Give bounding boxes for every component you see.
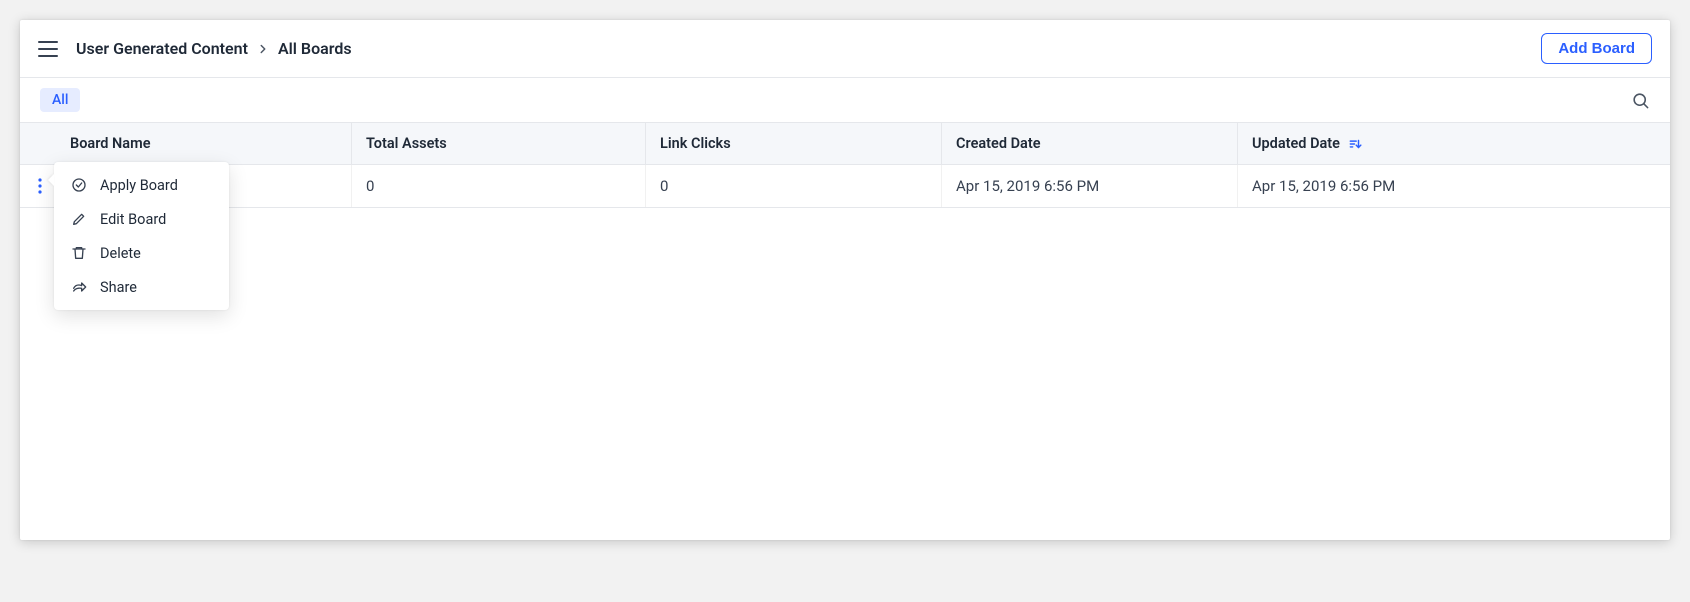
check-circle-icon (70, 176, 88, 194)
breadcrumb-current[interactable]: All Boards (278, 39, 352, 58)
menu-delete-label: Delete (100, 245, 141, 262)
column-header-clicks[interactable]: Link Clicks (646, 123, 942, 164)
filter-bar: All (20, 78, 1670, 123)
share-icon (70, 278, 88, 296)
cell-total-assets: 0 (352, 165, 646, 207)
row-actions-menu: Apply Board Edit Board Delete (54, 162, 229, 310)
column-header-created[interactable]: Created Date (942, 123, 1238, 164)
column-header-updated-label: Updated Date (1252, 135, 1340, 152)
column-header-name[interactable]: Board Name (20, 123, 352, 164)
cell-created-date: Apr 15, 2019 6:56 PM (942, 165, 1238, 207)
chevron-right-icon (256, 42, 270, 56)
column-header-updated[interactable]: Updated Date (1238, 123, 1670, 164)
pencil-icon (70, 210, 88, 228)
menu-share-label: Share (100, 279, 137, 296)
cell-link-clicks: 0 (646, 165, 942, 207)
app-window: User Generated Content All Boards Add Bo… (20, 20, 1670, 540)
cell-updated-date: Apr 15, 2019 6:56 PM (1238, 165, 1670, 207)
table-row: Apply Board Edit Board Delete (20, 165, 1670, 208)
menu-edit-board[interactable]: Edit Board (54, 202, 229, 236)
search-icon[interactable] (1631, 91, 1650, 110)
sort-desc-icon (1348, 137, 1362, 151)
add-board-button[interactable]: Add Board (1541, 33, 1652, 64)
filter-all-pill[interactable]: All (40, 88, 80, 112)
menu-share[interactable]: Share (54, 270, 229, 304)
menu-apply-board[interactable]: Apply Board (54, 168, 229, 202)
menu-icon[interactable] (38, 41, 58, 57)
row-actions-cell: Apply Board Edit Board Delete (20, 165, 60, 207)
table-header: Board Name Total Assets Link Clicks Crea… (20, 123, 1670, 165)
trash-icon (70, 244, 88, 262)
top-header: User Generated Content All Boards Add Bo… (20, 20, 1670, 78)
breadcrumb-parent[interactable]: User Generated Content (76, 39, 248, 58)
menu-edit-board-label: Edit Board (100, 211, 166, 228)
menu-delete[interactable]: Delete (54, 236, 229, 270)
menu-apply-board-label: Apply Board (100, 177, 178, 194)
breadcrumb: User Generated Content All Boards (76, 39, 352, 58)
column-header-assets[interactable]: Total Assets (352, 123, 646, 164)
